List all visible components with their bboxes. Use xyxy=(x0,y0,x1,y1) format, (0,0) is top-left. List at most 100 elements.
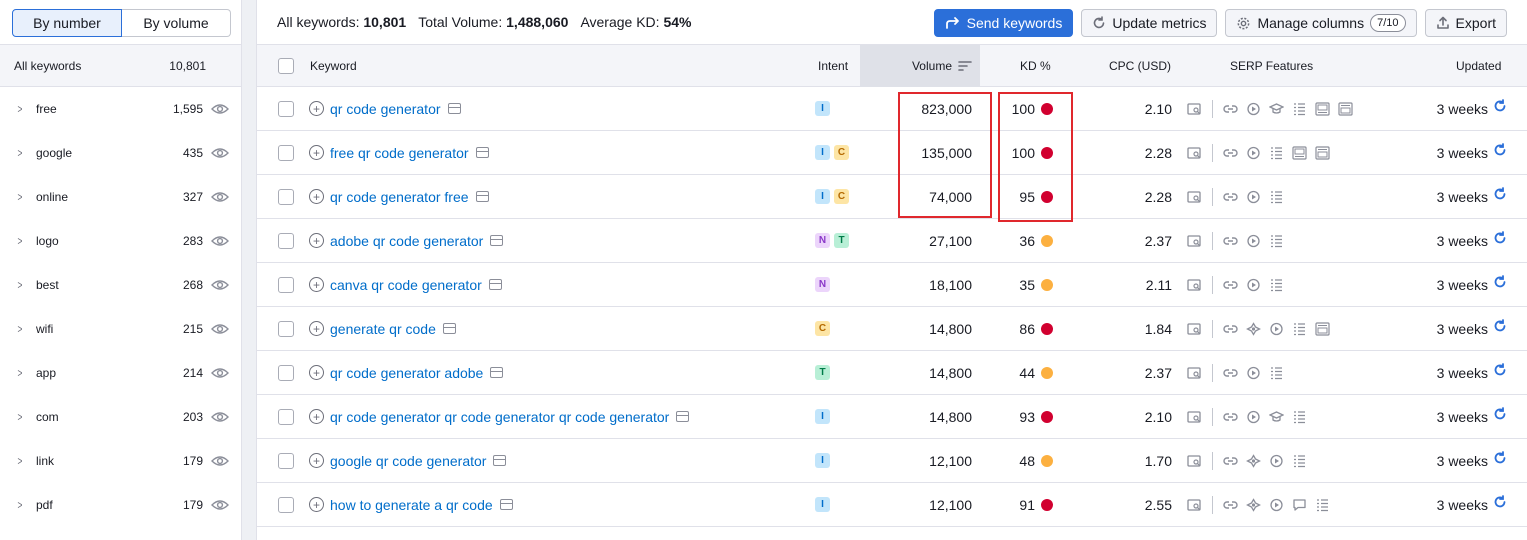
send-keywords-button[interactable]: Send keywords xyxy=(933,9,1074,37)
kd-column-header[interactable]: KD % xyxy=(1020,45,1051,87)
video-icon[interactable] xyxy=(1246,146,1261,160)
serp-snapshot-icon[interactable] xyxy=(475,191,489,202)
keyword-link[interactable]: how to generate a qr code xyxy=(330,497,493,513)
add-to-list-icon[interactable]: + xyxy=(309,453,324,468)
chevron-right-icon[interactable]: > xyxy=(18,454,25,468)
row-checkbox[interactable] xyxy=(278,496,294,513)
knowledge-panel-icon[interactable] xyxy=(1268,102,1285,116)
sitelinks-icon[interactable] xyxy=(1223,190,1238,204)
eye-icon[interactable] xyxy=(211,147,229,159)
people-also-ask-icon[interactable] xyxy=(1269,234,1284,248)
refresh-icon[interactable] xyxy=(1493,143,1507,162)
refresh-icon[interactable] xyxy=(1493,363,1507,382)
chevron-right-icon[interactable]: > xyxy=(18,234,25,248)
add-to-list-icon[interactable]: + xyxy=(309,365,324,380)
video-icon[interactable] xyxy=(1246,190,1261,204)
sitelinks-icon[interactable] xyxy=(1223,278,1238,292)
serp-snapshot-icon[interactable] xyxy=(493,455,507,466)
featured-snippet-icon[interactable] xyxy=(1246,453,1261,468)
image-pack-icon[interactable] xyxy=(1187,146,1202,160)
sitelinks-icon[interactable] xyxy=(1223,322,1238,336)
intent-column-header[interactable]: Intent xyxy=(818,45,848,87)
people-also-ask-icon[interactable] xyxy=(1292,102,1307,116)
sitelinks-icon[interactable] xyxy=(1223,410,1238,424)
keyword-link[interactable]: qr code generator qr code generator qr c… xyxy=(330,409,669,425)
row-checkbox[interactable] xyxy=(278,188,294,205)
group-item[interactable]: > app 214 xyxy=(0,351,241,395)
row-checkbox[interactable] xyxy=(278,100,294,117)
eye-icon[interactable] xyxy=(211,499,229,511)
manage-columns-button[interactable]: Manage columns 7/10 xyxy=(1225,9,1417,37)
serp-snapshot-icon[interactable] xyxy=(488,279,502,290)
add-to-list-icon[interactable]: + xyxy=(309,497,324,512)
chevron-right-icon[interactable]: > xyxy=(18,190,25,204)
serp-snapshot-icon[interactable] xyxy=(676,411,690,422)
sitelinks-icon[interactable] xyxy=(1223,366,1238,380)
add-to-list-icon[interactable]: + xyxy=(309,145,324,160)
serp-snapshot-icon[interactable] xyxy=(447,103,461,114)
refresh-icon[interactable] xyxy=(1493,407,1507,426)
reviews-icon[interactable] xyxy=(1292,498,1307,512)
eye-icon[interactable] xyxy=(211,367,229,379)
image-pack-icon[interactable] xyxy=(1187,454,1202,468)
group-item[interactable]: > pdf 179 xyxy=(0,483,241,527)
cpc-column-header[interactable]: CPC (USD) xyxy=(1109,45,1171,87)
add-to-list-icon[interactable]: + xyxy=(309,409,324,424)
select-all-checkbox[interactable] xyxy=(278,58,294,74)
keyword-link[interactable]: free qr code generator xyxy=(330,145,469,161)
eye-icon[interactable] xyxy=(211,235,229,247)
refresh-icon[interactable] xyxy=(1493,231,1507,250)
group-item[interactable]: > best 268 xyxy=(0,263,241,307)
keyword-link[interactable]: adobe qr code generator xyxy=(330,233,483,249)
by-volume-toggle[interactable]: By volume xyxy=(122,9,231,37)
volume-column-header[interactable]: Volume xyxy=(860,45,980,87)
group-item[interactable]: > link 179 xyxy=(0,439,241,483)
sitelinks-icon[interactable] xyxy=(1223,454,1238,468)
serp-snapshot-icon[interactable] xyxy=(499,499,513,510)
sitelinks-icon[interactable] xyxy=(1223,234,1238,248)
sitelinks-icon[interactable] xyxy=(1223,498,1238,512)
chevron-right-icon[interactable]: > xyxy=(18,366,25,380)
chevron-right-icon[interactable]: > xyxy=(18,498,25,512)
eye-icon[interactable] xyxy=(211,103,229,115)
by-number-toggle[interactable]: By number xyxy=(12,9,122,37)
eye-icon[interactable] xyxy=(211,411,229,423)
keyword-link[interactable]: qr code generator xyxy=(330,101,441,117)
image-pack-icon[interactable] xyxy=(1187,190,1202,204)
row-checkbox[interactable] xyxy=(278,452,294,469)
featured-snippet-icon[interactable] xyxy=(1246,321,1261,336)
image-pack-icon[interactable] xyxy=(1187,498,1202,512)
sitelinks-icon[interactable] xyxy=(1223,146,1238,160)
video-icon[interactable] xyxy=(1246,102,1261,116)
eye-icon[interactable] xyxy=(211,191,229,203)
bottom-ads-icon[interactable] xyxy=(1315,321,1330,336)
image-pack-icon[interactable] xyxy=(1187,410,1202,424)
serp-snapshot-icon[interactable] xyxy=(490,235,504,246)
refresh-icon[interactable] xyxy=(1493,187,1507,206)
chevron-right-icon[interactable]: > xyxy=(18,146,25,160)
chevron-right-icon[interactable]: > xyxy=(18,278,25,292)
keyword-link[interactable]: generate qr code xyxy=(330,321,436,337)
serp-snapshot-icon[interactable] xyxy=(442,323,456,334)
keyword-link[interactable]: google qr code generator xyxy=(330,453,486,469)
row-checkbox[interactable] xyxy=(278,144,294,161)
serp-features-column-header[interactable]: SERP Features xyxy=(1230,45,1313,87)
group-item[interactable]: > online 327 xyxy=(0,175,241,219)
row-checkbox[interactable] xyxy=(278,364,294,381)
row-checkbox[interactable] xyxy=(278,320,294,337)
people-also-ask-icon[interactable] xyxy=(1292,322,1307,336)
image-pack-icon[interactable] xyxy=(1187,234,1202,248)
video-icon[interactable] xyxy=(1269,322,1284,336)
refresh-icon[interactable] xyxy=(1493,275,1507,294)
video-icon[interactable] xyxy=(1246,278,1261,292)
bottom-ads-icon[interactable] xyxy=(1338,101,1353,116)
video-icon[interactable] xyxy=(1246,410,1261,424)
video-icon[interactable] xyxy=(1269,498,1284,512)
people-also-ask-icon[interactable] xyxy=(1269,190,1284,204)
eye-icon[interactable] xyxy=(211,455,229,467)
refresh-icon[interactable] xyxy=(1493,451,1507,470)
chevron-right-icon[interactable]: > xyxy=(18,322,25,336)
people-also-ask-icon[interactable] xyxy=(1269,278,1284,292)
chevron-right-icon[interactable]: > xyxy=(18,410,25,424)
export-button[interactable]: Export xyxy=(1424,9,1507,37)
